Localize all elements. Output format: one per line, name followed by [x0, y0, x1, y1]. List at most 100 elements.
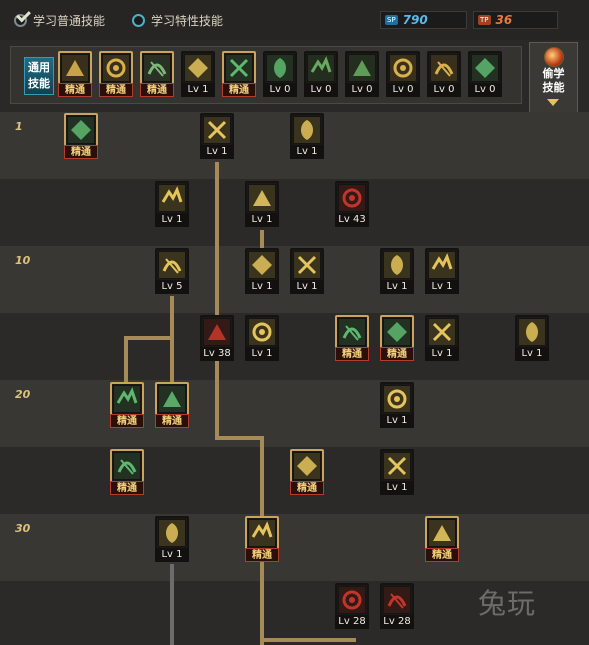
skill-slot[interactable]: Lv 28 — [335, 583, 369, 629]
common-skills-bar: 通用 技能 精通 精通 精通 Lv 1 精通 Lv 0 Lv 0 Lv 0 Lv 0 Lv 0 Lv… — [10, 46, 522, 104]
skill-slot[interactable]: 精通 — [335, 315, 369, 361]
tree-connector — [260, 230, 264, 250]
sp-value: 790 — [402, 13, 428, 27]
skill-level-badge: 精通 — [99, 83, 133, 97]
skill-slot[interactable]: Lv 0 — [427, 51, 461, 97]
skill-slot[interactable]: 精通 — [110, 382, 144, 428]
dash-icon — [102, 54, 130, 82]
skill-slot[interactable]: 精通 — [64, 113, 98, 159]
skill-slot[interactable]: Lv 1 — [425, 315, 459, 361]
skill-slot[interactable]: 精通 — [222, 51, 256, 97]
skill-slot[interactable]: Lv 0 — [263, 51, 297, 97]
skill-level-badge: Lv 1 — [155, 548, 189, 562]
skill-slot[interactable]: Lv 1 — [245, 248, 279, 294]
wind-icon — [113, 385, 141, 413]
tp-value: 36 — [495, 13, 513, 27]
skill-level-badge: 精通 — [58, 83, 92, 97]
tree-connector — [215, 162, 219, 440]
axe-icon — [248, 318, 276, 346]
skill-slot[interactable]: Lv 1 — [380, 248, 414, 294]
steal-label-line1: 偷学 — [542, 67, 565, 80]
level-marker-30: 30 — [15, 522, 31, 535]
common-label-line1: 通用 — [28, 61, 50, 74]
skill-slot[interactable]: 精通 — [140, 51, 174, 97]
tab-normal-skills[interactable]: 学习普通技能 — [14, 10, 105, 30]
run-icon — [143, 54, 171, 82]
skill-slot[interactable]: 精通 — [99, 51, 133, 97]
strike-icon — [293, 452, 321, 480]
skill-slot[interactable]: Lv 5 — [155, 248, 189, 294]
skill-slot[interactable]: 精通 — [245, 516, 279, 562]
tab-special-skills[interactable]: 学习特性技能 — [132, 10, 223, 30]
skill-level-badge: 精通 — [335, 347, 369, 361]
blade-icon — [158, 519, 186, 547]
skill-level-badge: 精通 — [425, 548, 459, 562]
uppercut-icon — [203, 116, 231, 144]
skill-slot[interactable]: 精通 — [290, 449, 324, 495]
demon-kick-icon — [383, 586, 411, 614]
skill-slot[interactable]: Lv 1 — [380, 449, 414, 495]
skill-slot[interactable]: Lv 0 — [468, 51, 502, 97]
tree-connector — [260, 638, 356, 642]
steal-skills-button[interactable]: 偷学 技能 — [529, 42, 578, 114]
tab-normal-label: 学习普通技能 — [33, 13, 106, 28]
tree-connector — [170, 336, 174, 382]
target-icon — [225, 54, 253, 82]
fire-shot-icon — [338, 184, 366, 212]
skill-level-badge: Lv 43 — [335, 213, 369, 227]
level-marker-10: 10 — [15, 254, 31, 267]
skill-slot[interactable]: 精通 — [155, 382, 189, 428]
skill-slot[interactable]: Lv 1 — [425, 248, 459, 294]
skill-slot[interactable]: 精通 — [58, 51, 92, 97]
kick-icon — [293, 116, 321, 144]
soldier-alt-icon — [348, 54, 376, 82]
skill-slot[interactable]: 精通 — [380, 315, 414, 361]
skill-level-badge: Lv 1 — [425, 280, 459, 294]
skill-level-badge: 精通 — [245, 548, 279, 562]
skill-slot[interactable]: Lv 1 — [290, 248, 324, 294]
skill-slot[interactable]: 精通 — [110, 449, 144, 495]
beast-icon — [428, 251, 456, 279]
skill-level-badge: Lv 0 — [345, 83, 379, 97]
tp-tag: TP — [478, 15, 491, 25]
skill-slot[interactable]: Lv 0 — [345, 51, 379, 97]
skill-slot[interactable]: Lv 1 — [181, 51, 215, 97]
skill-slot[interactable]: Lv 38 — [200, 315, 234, 361]
tree-row — [0, 179, 589, 246]
tree-row — [0, 313, 589, 380]
steal-label: 偷学 技能 — [530, 67, 577, 95]
skill-slot[interactable]: Lv 1 — [245, 315, 279, 361]
shot-green-icon — [383, 318, 411, 346]
leap-icon — [158, 385, 186, 413]
skill-slot[interactable]: Lv 1 — [380, 382, 414, 428]
skill-level-badge: Lv 0 — [427, 83, 461, 97]
spark-icon — [248, 251, 276, 279]
skill-slot[interactable]: Lv 1 — [245, 181, 279, 227]
skill-level-badge: Lv 1 — [155, 213, 189, 227]
skill-level-badge: Lv 1 — [425, 347, 459, 361]
tp-counter: TP 36 — [473, 11, 558, 29]
grab-icon — [61, 54, 89, 82]
skill-slot[interactable]: 精通 — [425, 516, 459, 562]
archer-icon — [338, 318, 366, 346]
skill-slot[interactable]: Lv 1 — [290, 113, 324, 159]
skill-level-badge: 精通 — [110, 481, 144, 495]
skill-slot[interactable]: Lv 28 — [380, 583, 414, 629]
lift-icon — [383, 251, 411, 279]
rush-icon — [248, 184, 276, 212]
skill-slot[interactable]: Lv 1 — [155, 181, 189, 227]
skill-slot[interactable]: Lv 43 — [335, 181, 369, 227]
tab-special-label: 学习特性技能 — [151, 13, 224, 28]
skill-slot[interactable]: Lv 1 — [155, 516, 189, 562]
wings-icon — [184, 54, 212, 82]
skill-level-badge: 精通 — [110, 414, 144, 428]
skill-slot[interactable]: Lv 0 — [304, 51, 338, 97]
tree-connector — [215, 436, 264, 440]
skill-level-badge: Lv 1 — [380, 481, 414, 495]
skill-slot[interactable]: Lv 1 — [200, 113, 234, 159]
skill-level-badge: Lv 1 — [200, 145, 234, 159]
skill-level-badge: Lv 1 — [245, 280, 279, 294]
grab-green-icon — [67, 116, 95, 144]
skill-slot[interactable]: Lv 1 — [515, 315, 549, 361]
skill-slot[interactable]: Lv 0 — [386, 51, 420, 97]
